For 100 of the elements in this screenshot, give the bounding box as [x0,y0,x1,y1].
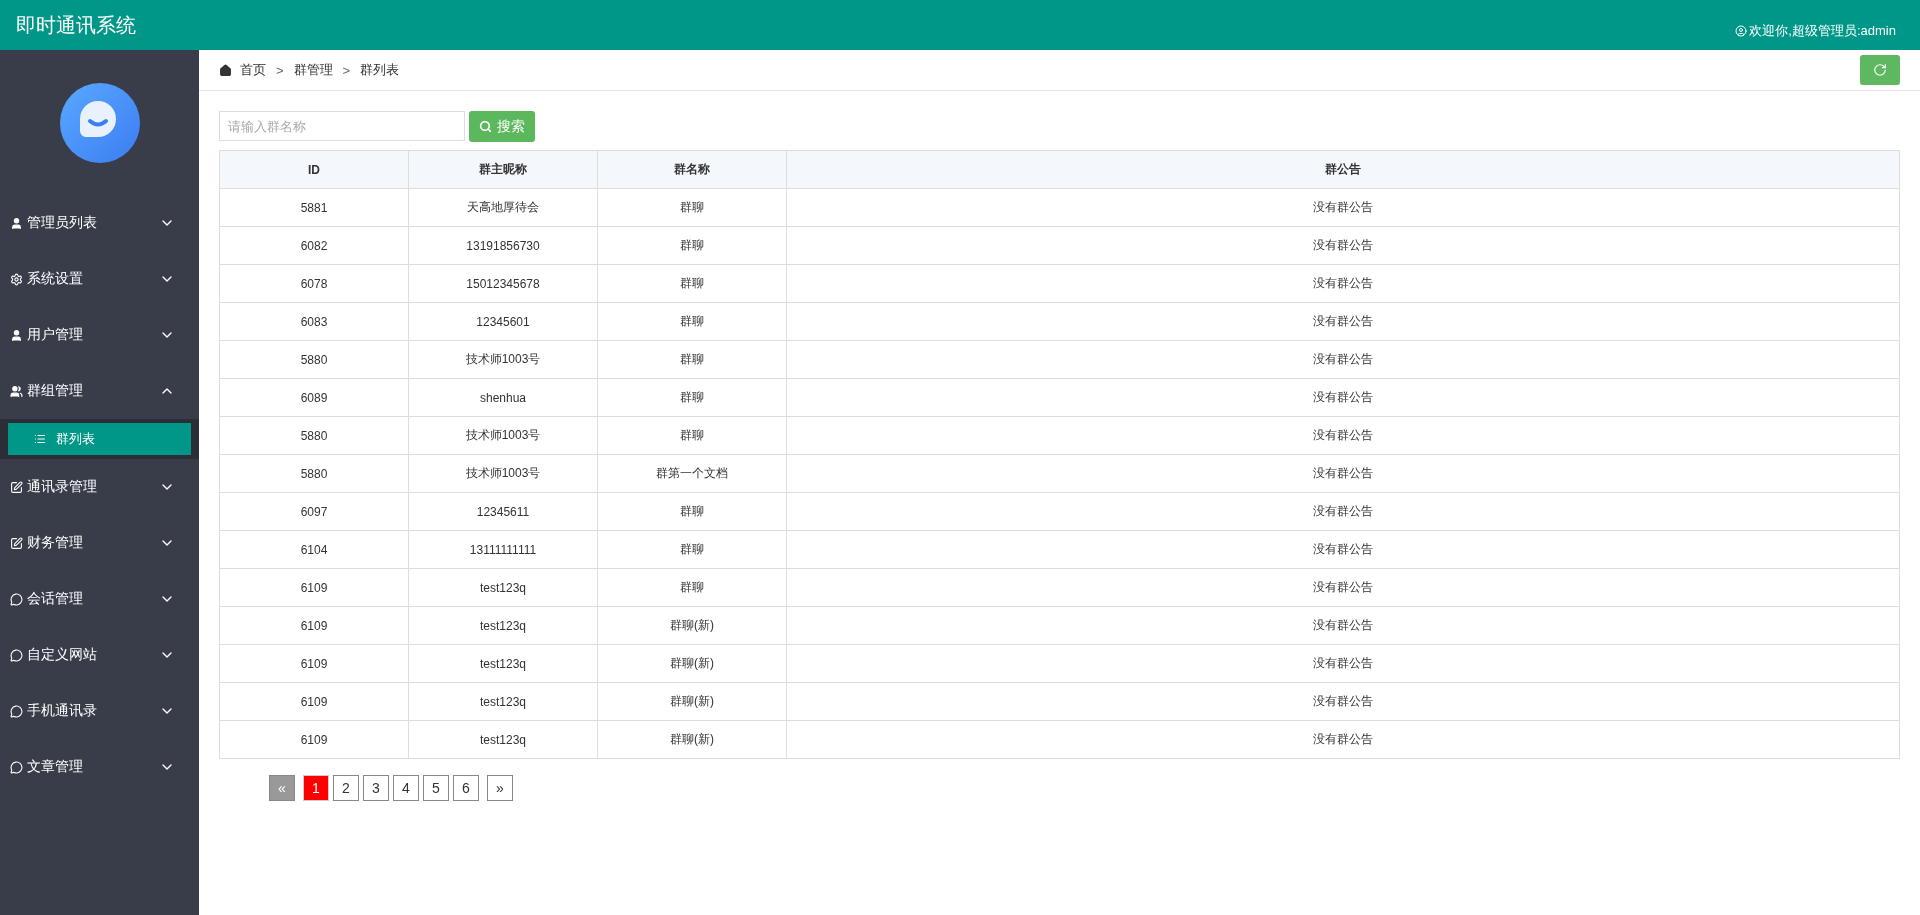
table-cell: 群聊 [597,530,787,569]
table-cell: 6097 [219,492,409,531]
table-cell: 6083 [219,302,409,341]
sidebar-menu-item[interactable]: 会话管理 [0,571,199,627]
table-cell: 6109 [219,682,409,721]
refresh-button[interactable] [1860,55,1900,85]
edit-icon [10,480,23,494]
table-cell: shenhua [408,378,598,417]
table-cell: 群聊 [597,226,787,265]
breadcrumb-separator: > [342,62,351,78]
sidebar-menu-item[interactable]: 用户管理 [0,307,199,363]
table-cell: 群聊 [597,302,787,341]
table-cell: 没有群公告 [786,492,1900,531]
table-cell: test123q [408,682,598,721]
gear-icon [10,272,23,286]
breadcrumb-separator: > [276,62,284,78]
table-cell: 6104 [219,530,409,569]
table-cell: 没有群公告 [786,188,1900,227]
table-cell: test123q [408,568,598,607]
home-icon [219,63,232,77]
sidebar-menu-item[interactable]: 群组管理 [0,363,199,419]
list-icon [34,433,46,445]
column-header: 群公告 [786,150,1900,189]
table-cell: 5881 [219,188,409,227]
next-page-button[interactable]: » [487,775,513,801]
search-icon [479,120,492,133]
sidebar-menu-item[interactable]: 文章管理 [0,739,199,795]
table-cell: 6078 [219,264,409,303]
table-cell: 技术师1003号 [408,416,598,455]
user-icon [10,328,23,342]
page-button[interactable]: 3 [363,775,389,801]
table-cell: 群聊 [597,340,787,379]
table-cell: 6109 [219,644,409,683]
column-header: 群主昵称 [408,150,598,189]
refresh-icon [1873,63,1887,77]
table-cell: 6089 [219,378,409,417]
table-cell: 12345601 [408,302,598,341]
table-cell: 没有群公告 [786,454,1900,493]
sidebar-menu-item[interactable]: 手机通讯录 [0,683,199,739]
table-cell: 群聊(新) [597,606,787,645]
column-header: 群名称 [597,150,787,189]
page-button[interactable]: 1 [303,775,329,801]
page-button[interactable]: 2 [333,775,359,801]
table-cell: 6109 [219,720,409,759]
welcome-text: 欢迎你,超级管理员:admin [1749,22,1896,40]
table-cell: 群聊(新) [597,720,787,759]
user-icon [10,216,23,230]
table-cell: 没有群公告 [786,720,1900,759]
table-cell: 没有群公告 [786,264,1900,303]
user-icon [1735,25,1748,37]
table-cell: 13191856730 [408,226,598,265]
search-field[interactable]: 请输入群名称 [219,111,465,141]
breadcrumb-link[interactable]: 群管理 [293,61,333,79]
table-cell: test123q [408,720,598,759]
page-button[interactable]: 5 [423,775,449,801]
table-cell: 没有群公告 [786,530,1900,569]
table-cell: 群聊 [597,416,787,455]
table-cell: 没有群公告 [786,682,1900,721]
table-cell: 5880 [219,416,409,455]
table-cell: 群聊 [597,568,787,607]
table-cell: 没有群公告 [786,302,1900,341]
table-cell: 群第一个文档 [597,454,787,493]
table-cell: 天高地厚待会 [408,188,598,227]
chat-logo-icon [59,82,140,163]
table-cell: 群聊(新) [597,644,787,683]
users-icon [10,384,23,398]
table-cell: 群聊 [597,378,787,417]
table-cell: 没有群公告 [786,606,1900,645]
table-cell: 没有群公告 [786,340,1900,379]
breadcrumb-link[interactable]: 群列表 [360,61,400,79]
table-cell: 技术师1003号 [408,340,598,379]
table-cell: 6082 [219,226,409,265]
table-cell: 13111111111 [408,530,598,569]
table-cell: 5880 [219,454,409,493]
chat-icon [10,760,23,774]
sidebar-menu-item[interactable]: 财务管理 [0,515,199,571]
sidebar-menu-item[interactable]: 通讯录管理 [0,459,199,515]
table-cell: 群聊 [597,492,787,531]
sidebar-menu-item[interactable]: 自定义网站 [0,627,199,683]
table-cell: 没有群公告 [786,378,1900,417]
page-button[interactable]: 6 [453,775,479,801]
table-cell: 没有群公告 [786,644,1900,683]
edit-icon [10,536,23,550]
sidebar-menu-item[interactable]: 系统设置 [0,251,199,307]
submenu-item[interactable]: 群列表 [8,423,191,455]
chat-icon [10,704,23,718]
table-cell: 12345611 [408,492,598,531]
table-cell: 6109 [219,568,409,607]
sidebar-menu-item[interactable]: 管理员列表 [0,195,199,251]
table-cell: test123q [408,644,598,683]
table-cell: 没有群公告 [786,416,1900,455]
breadcrumb-link[interactable]: 首页 [240,61,266,79]
table-cell: 没有群公告 [786,568,1900,607]
table-cell: 5880 [219,340,409,379]
table-cell: test123q [408,606,598,645]
table-cell: 技术师1003号 [408,454,598,493]
table-cell: 群聊 [597,188,787,227]
chat-icon [10,592,23,606]
page-button[interactable]: 4 [393,775,419,801]
table-cell: 15012345678 [408,264,598,303]
